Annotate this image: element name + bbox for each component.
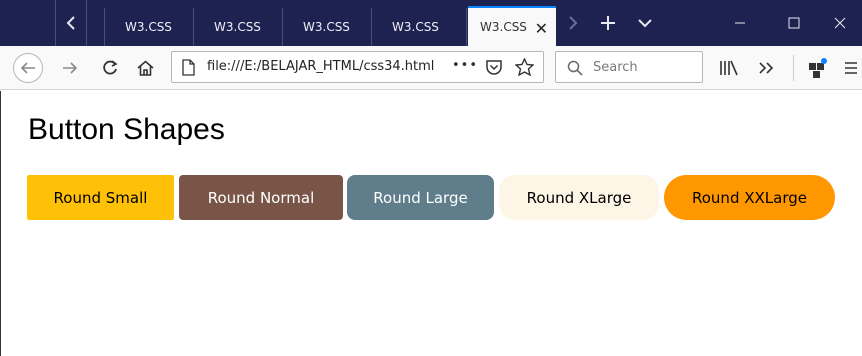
chevron-right-icon [569,16,578,30]
overflow-icon [759,62,774,74]
chevron-left-icon [66,16,75,30]
search-icon [567,60,583,76]
library-button[interactable] [717,58,741,78]
round-large-button[interactable]: Round Large [347,175,494,220]
toolbar-separator [793,55,794,81]
tab-label: W3.CSS [125,20,172,34]
pocket-icon[interactable] [485,59,503,76]
plus-icon [601,16,615,30]
round-small-button[interactable]: Round Small [27,175,174,220]
minimize-icon [735,22,745,24]
maximize-icon [788,17,800,29]
reload-button[interactable] [99,58,121,78]
url-text[interactable]: file:///E:/BELAJAR_HTML/css34.html [207,59,445,74]
bookmark-star-icon[interactable] [515,58,534,76]
navigation-toolbar: file:///E:/BELAJAR_HTML/css34.html ••• S… [0,46,862,90]
round-xlarge-button[interactable]: Round XLarge [499,175,659,220]
tab-label: W3.CSS [480,20,527,34]
library-icon [720,60,738,76]
extension-button[interactable] [806,56,830,80]
menu-icon [845,62,857,74]
tab-1[interactable]: W3.CSS [104,8,192,46]
toolbar-overflow-button[interactable] [755,58,777,78]
page-heading: Button Shapes [28,113,225,146]
tab-4[interactable]: W3.CSS [371,8,467,46]
close-icon [834,17,846,29]
maximize-button[interactable] [772,0,816,46]
tab-active[interactable]: W3.CSS ✕ [468,6,556,46]
reload-icon [103,60,118,75]
forward-icon [63,62,78,74]
url-bar[interactable]: file:///E:/BELAJAR_HTML/css34.html ••• [171,51,544,83]
tab-close-icon[interactable]: ✕ [535,19,548,38]
back-button[interactable] [13,53,43,83]
minimize-button[interactable] [718,0,762,46]
tab-scroll-left-button[interactable] [55,0,87,46]
tab-3[interactable]: W3.CSS [282,8,370,46]
tab-label: W3.CSS [214,20,261,34]
round-xxlarge-button[interactable]: Round XXLarge [664,175,835,220]
chevron-down-icon [638,19,652,28]
tab-scroll-right-button[interactable] [562,0,584,46]
menu-button[interactable] [840,58,862,78]
page-actions-icon[interactable]: ••• [452,58,478,73]
page-content: Button Shapes Round Small Round Normal R… [0,91,862,356]
home-button[interactable] [134,58,156,78]
home-icon [136,60,154,76]
extension-icon [809,58,827,78]
tab-2[interactable]: W3.CSS [193,8,281,46]
new-tab-button[interactable] [594,0,622,46]
page-icon [182,59,195,76]
tab-label: W3.CSS [392,20,439,34]
search-placeholder: Search [593,60,638,75]
list-all-tabs-button[interactable] [632,0,658,46]
round-normal-button[interactable]: Round Normal [179,175,343,220]
tab-bar: W3.CSS W3.CSS W3.CSS W3.CSS W3.CSS ✕ [0,0,862,46]
tab-label: W3.CSS [303,20,350,34]
forward-button[interactable] [58,58,82,78]
close-window-button[interactable] [818,0,862,46]
back-icon [20,62,35,74]
search-bar[interactable]: Search [555,51,703,83]
